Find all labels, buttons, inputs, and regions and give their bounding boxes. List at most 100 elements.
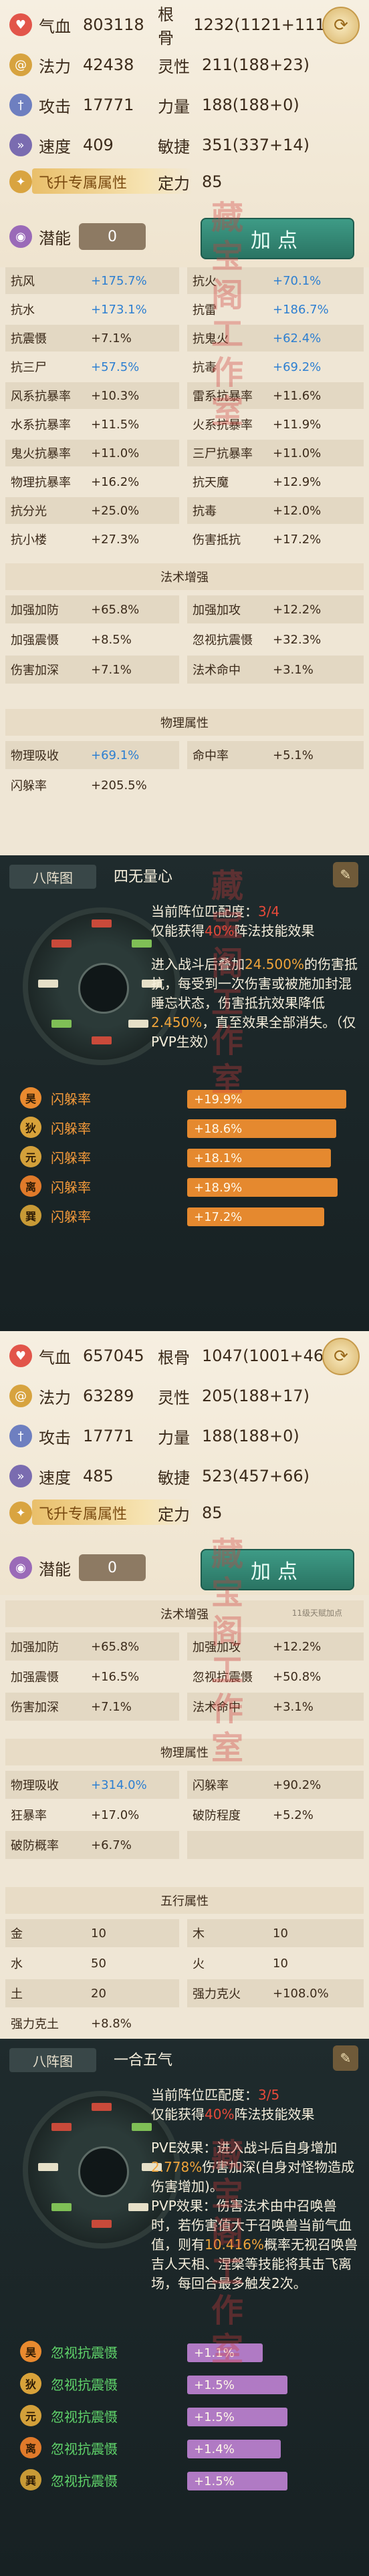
stat-left: » 速度 409 [9,126,183,164]
cell-label: 破防程度 [193,1809,241,1823]
grid-cell-right: 强力克火 +108.0% [187,1979,364,2007]
zhen-stat-label: 忽视抗震慑 [51,2473,118,2489]
mana-swirl-icon: @ [9,53,32,76]
effect-line: 仅能获得40%阵法技能效果 [151,2105,360,2124]
cell-label: 伤害加深 [11,1701,59,1715]
grid-cell-left: 狂暴率 +17.0% [5,1801,179,1829]
stat-label: 力量 [158,1428,190,1447]
cell-label: 伤害加深 [11,664,59,678]
grid-cell-left: 强力克土 +8.8% [5,2009,179,2037]
stat-label: 速度 [39,137,71,156]
grid-row: 强力克土 +8.8% [5,2009,364,2037]
stat-value: 17771 [83,96,134,114]
boot-icon: » [9,1465,32,1487]
cell-value: +90.2% [273,1777,322,1792]
stat-left: » 速度 485 [9,1457,183,1495]
grid-cell-right [187,1831,364,1859]
cell-label: 命中率 [193,749,229,763]
zhen-stat-bar: +18.1% [187,1149,331,1167]
grid-cell-right: 法术命中 +3.1% [187,1693,364,1721]
cell-label: 法术命中 [193,1701,241,1715]
zhen-stat-row: 离忽视抗震慑 +1.4% [20,2436,354,2461]
grid-cell-right: 抗毒 +69.2% [187,353,364,380]
stat-right: 敏捷 523(457+66) [158,1457,332,1495]
stat-value: 523(457+66) [202,1467,310,1485]
zhen-stat-bar: +1.1% [187,2343,263,2362]
qianneng-label: 潜能 [39,1560,71,1579]
cell-label: 雷系抗暴率 [193,390,253,404]
cell-label: 加强加攻 [193,1640,241,1655]
stat-value: 205(188+17) [202,1387,310,1405]
stat-value: 85 [202,172,223,191]
stat-label: 攻击 [39,1428,71,1447]
grid-cell-right: 忽视抗震慑 +50.8% [187,1663,364,1691]
edit-icon[interactable]: ✎ [333,862,358,887]
grid-cell-left: 水 50 [5,1949,179,1977]
zhen-tab[interactable]: 八阵图 [9,865,96,889]
qianneng-row: ◉ 潜能 [9,1548,83,1588]
potential-icon: ◉ [9,225,32,248]
zhen-stat-bar: +1.4% [187,2440,281,2458]
stat-label: 力量 [158,97,190,116]
cell-label: 物理吸收 [11,749,59,763]
stat-value: 17771 [83,1427,134,1445]
stat-label: 灵性 [158,1388,190,1407]
position-badge: 离 [20,2437,41,2458]
trigram-mark [51,2203,72,2211]
cell-value: +65.8% [91,1639,140,1654]
grid-cell-left: 物理吸收 +314.0% [5,1771,179,1799]
add-point-button[interactable]: 加点 [201,1549,354,1590]
cell-label: 土 [11,1987,23,2001]
position-badge: 狄 [20,2373,41,2394]
cell-label: 水 [11,1957,23,1971]
section-title: 五行属性 [5,1887,364,1914]
stat-label: 定力 [158,1505,190,1524]
dingli-stat: 定力 85 [158,162,223,201]
trigram-mark [92,919,112,927]
grid-cell-right: 火系抗暴率 +11.9% [187,411,364,438]
cell-label: 忽视抗震慑 [193,1671,253,1685]
grid-cell-left: 金 10 [5,1919,179,1947]
cell-label: 强力克火 [193,1987,241,2001]
cell-label: 忽视抗震慑 [193,633,253,648]
position-badge: 元 [20,1146,41,1167]
zhen-tab[interactable]: 八阵图 [9,2048,96,2072]
stat-label: 速度 [39,1468,71,1487]
grid-row: 加强加防 +65.8% 加强加攻 +12.2% [5,1632,364,1661]
refresh-icon[interactable]: ⟳ [322,1338,360,1375]
cell-label: 加强加攻 [193,603,241,617]
cell-value: +173.1% [91,302,147,317]
cell-label: 抗分光 [11,505,47,519]
stat-value: 1047(1001+46) [202,1346,330,1365]
stat-right: 灵性 211(188+23) [158,45,332,84]
grid-row: 金 10 木 10 [5,1919,364,1947]
grid-cell-right: 抗毒 +12.0% [187,497,364,524]
grid-cell-left: 抗震慑 +7.1% [5,325,179,351]
stat-value: 211(188+23) [202,55,310,74]
position-badge: 巽 [20,1205,41,1226]
zhen-stat-row: 元闪躲率 +18.1% [20,1145,354,1170]
stat-label: 攻击 [39,97,71,116]
refresh-icon[interactable]: ⟳ [322,7,360,44]
pvp-highlight: 10.416% [205,2237,264,2253]
pve-highlight: 2.778% [151,2159,203,2175]
cell-value: +12.2% [273,1639,322,1654]
desc-highlight: 24.500% [245,956,304,972]
grid-row: 抗三尸 +57.5% 抗毒 +69.2% [5,353,364,380]
cell-value: +8.5% [91,632,132,647]
cell-value: +11.9% [273,417,322,432]
add-point-button[interactable]: 加点 [201,218,354,259]
grid-cell-left: 抗小楼 +27.3% [5,526,179,553]
trigram-mark [51,2123,72,2131]
cell-value: +69.1% [91,748,140,762]
zhen-stat-bar: +19.9% [187,1090,346,1109]
zhen-description: 进入战斗后叠加24.500%的伤害抵抗，每受到一次伤害或被施加封混睡忘状态，伤害… [151,955,360,1052]
grid-cell-left: 风系抗暴率 +10.3% [5,382,179,409]
edit-icon[interactable]: ✎ [333,2045,358,2071]
zhen-stat-row: 元忽视抗震慑 +1.5% [20,2404,354,2429]
zhen-stat-bar: +1.5% [187,2472,287,2490]
cell-value: +7.1% [91,1699,132,1714]
zhen-stat-row: 巽闪躲率 +17.2% [20,1203,354,1229]
grid-cell-right: 伤害抵抗 +17.2% [187,526,364,553]
cell-value: +16.2% [91,474,140,489]
